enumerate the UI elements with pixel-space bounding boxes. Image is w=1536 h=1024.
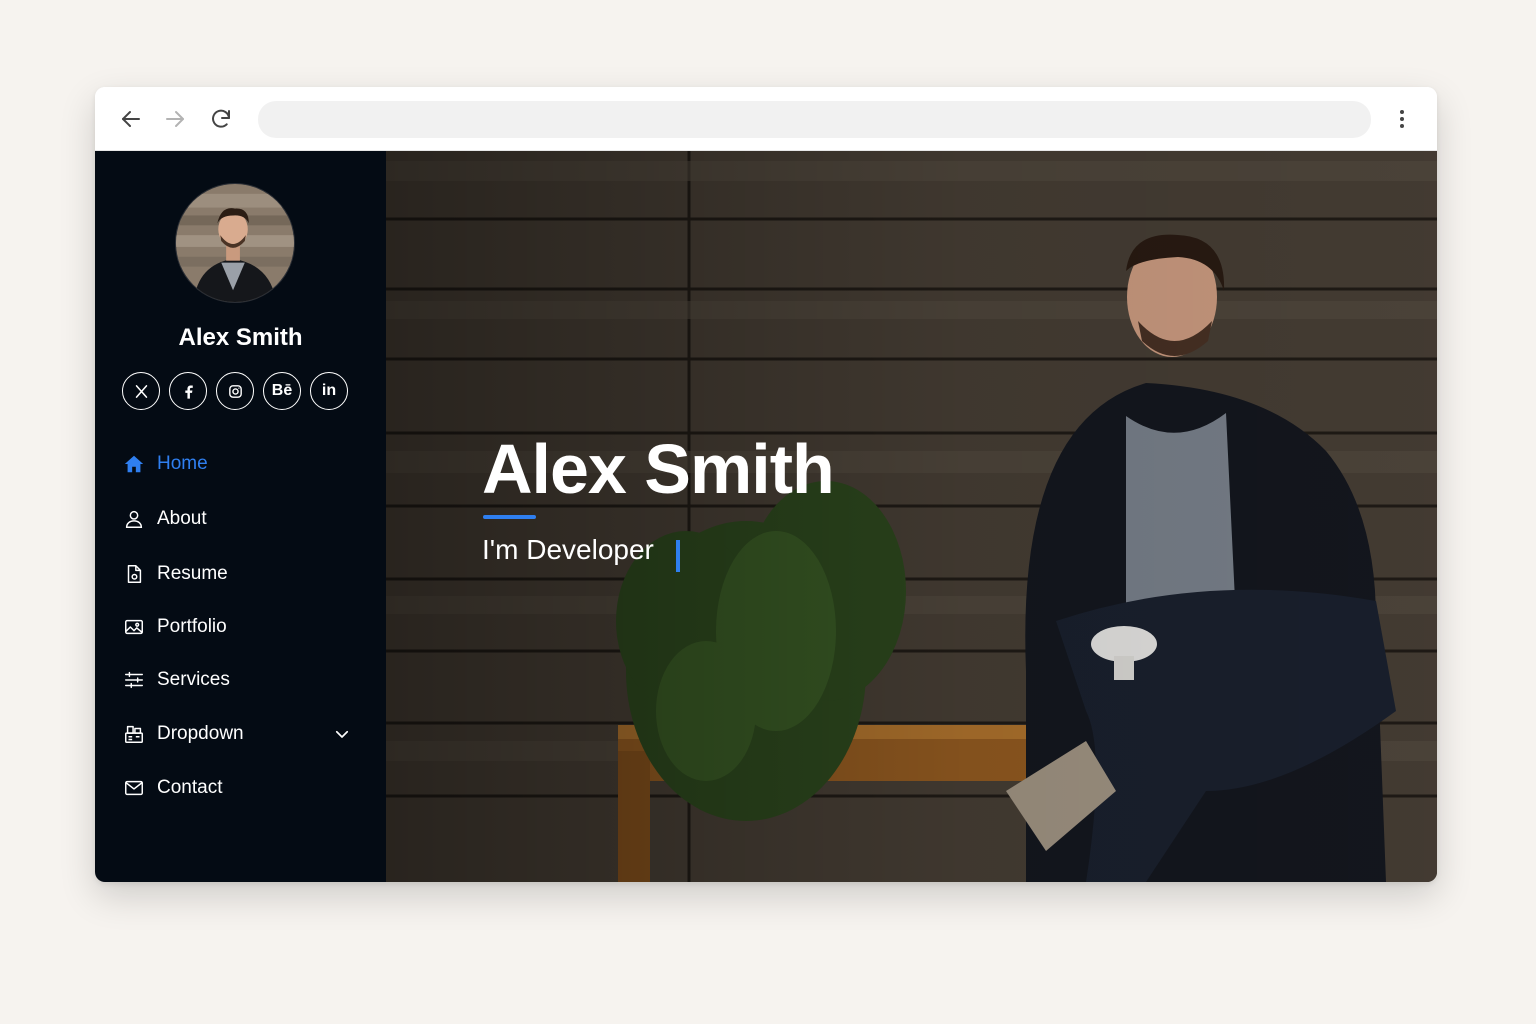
sidebar-item-home[interactable]: Home bbox=[123, 446, 363, 482]
sidebar-item-label: Portfolio bbox=[157, 616, 227, 637]
sliders-icon bbox=[123, 669, 145, 691]
avatar bbox=[175, 183, 295, 303]
facebook-icon[interactable] bbox=[169, 372, 207, 410]
social-links: Bē in bbox=[122, 372, 362, 410]
sidebar-item-contact[interactable]: Contact bbox=[123, 770, 363, 806]
sidebar-item-dropdown[interactable]: Dropdown bbox=[123, 716, 363, 752]
sidebar-item-label: Contact bbox=[157, 777, 223, 798]
sidebar-item-label: Resume bbox=[157, 563, 228, 584]
image-icon bbox=[123, 616, 145, 638]
hero-section: Alex Smith I'm Developer bbox=[386, 151, 1437, 882]
chevron-down-icon[interactable] bbox=[333, 725, 351, 743]
home-icon bbox=[123, 453, 145, 475]
sidebar-item-resume[interactable]: Resume bbox=[123, 556, 363, 592]
browser-toolbar bbox=[95, 87, 1437, 151]
sidebar-item-label: About bbox=[157, 508, 207, 529]
sidebar-item-label: Services bbox=[157, 669, 230, 690]
back-arrow-icon[interactable] bbox=[115, 103, 147, 135]
typing-caret bbox=[676, 540, 680, 572]
sidebar-item-portfolio[interactable]: Portfolio bbox=[123, 609, 363, 645]
behance-icon[interactable]: Bē bbox=[263, 372, 301, 410]
instagram-icon[interactable] bbox=[216, 372, 254, 410]
sidebar-item-label: Dropdown bbox=[157, 723, 244, 744]
hero-title: Alex Smith bbox=[482, 430, 835, 508]
more-vertical-icon[interactable] bbox=[1386, 103, 1418, 135]
reload-icon[interactable] bbox=[205, 103, 237, 135]
envelope-icon bbox=[123, 777, 145, 799]
sidebar-item-label: Home bbox=[157, 453, 208, 474]
file-icon bbox=[123, 563, 145, 585]
title-underline bbox=[483, 515, 536, 519]
sidebar: Alex Smith Bē in Home About Resume Portf… bbox=[95, 151, 386, 882]
hero-subtitle: I'm Developer bbox=[482, 534, 654, 565]
profile-name: Alex Smith bbox=[178, 324, 303, 351]
sidebar-item-about[interactable]: About bbox=[123, 501, 363, 537]
x-twitter-icon[interactable] bbox=[122, 372, 160, 410]
hero-background-photo bbox=[386, 151, 1437, 882]
linkedin-icon[interactable]: in bbox=[310, 372, 348, 410]
person-icon bbox=[123, 508, 145, 530]
browser-window: Alex Smith Bē in Home About Resume Portf… bbox=[95, 87, 1437, 882]
address-bar-input[interactable] bbox=[258, 101, 1371, 138]
menu-icon bbox=[123, 723, 145, 745]
sidebar-item-services[interactable]: Services bbox=[123, 662, 363, 698]
forward-arrow-icon[interactable] bbox=[159, 103, 191, 135]
